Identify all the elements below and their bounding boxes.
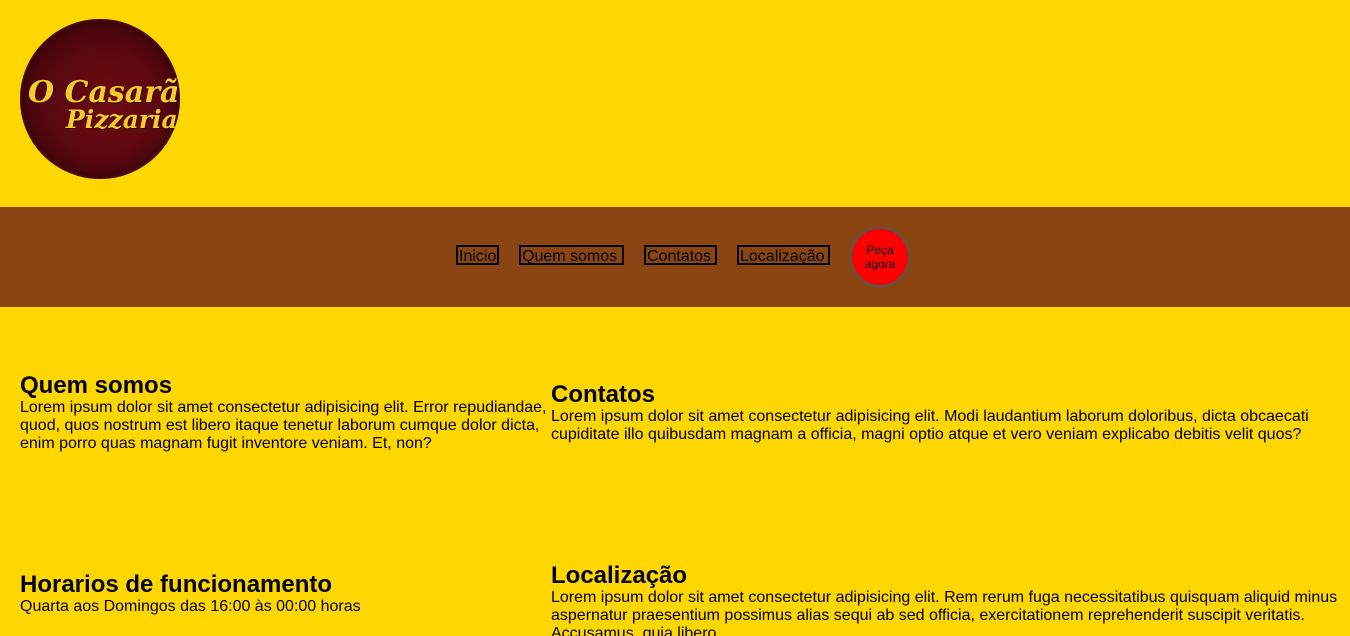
section-title-horarios: Horarios de funcionamento xyxy=(20,571,333,598)
section-horarios: Horarios de funcionamento Quarta aos Dom… xyxy=(20,572,550,616)
section-text-contatos: Lorem ipsum dolor sit amet consectetur a… xyxy=(551,408,1309,443)
section-quem-somos: Quem somos Lorem ipsum dolor sit amet co… xyxy=(20,373,550,453)
order-now-button[interactable]: Peça agora xyxy=(850,227,910,287)
section-localizacao: Localização Lorem ipsum dolor sit amet c… xyxy=(551,563,1341,636)
section-title-quem-somos: Quem somos xyxy=(20,372,173,399)
page: O Casarão Pizzaria Inicio Quem somos Con… xyxy=(0,0,1350,636)
logo-text-line2: Pizzaria xyxy=(66,105,178,134)
order-now-label: Peça agora xyxy=(864,243,896,271)
section-text-localizacao: Lorem ipsum dolor sit amet consectetur a… xyxy=(551,589,1338,636)
nav-link-quem-somos[interactable]: Quem somos xyxy=(519,245,624,265)
nav-link-localizacao[interactable]: Localização xyxy=(737,245,830,265)
section-contatos: Contatos Lorem ipsum dolor sit amet cons… xyxy=(551,382,1341,444)
nav-link-inicio[interactable]: Inicio xyxy=(456,245,499,265)
nav-link-contatos[interactable]: Contatos xyxy=(644,245,717,265)
section-text-horarios: Quarta aos Domingos das 16:00 às 00:00 h… xyxy=(20,598,361,615)
pizzeria-logo[interactable]: O Casarão Pizzaria xyxy=(20,19,180,179)
main-nav: Inicio Quem somos Contatos Localização P… xyxy=(0,207,1350,307)
section-text-quem-somos: Lorem ipsum dolor sit amet consectetur a… xyxy=(20,399,547,452)
section-title-localizacao: Localização xyxy=(551,562,688,589)
section-title-contatos: Contatos xyxy=(551,381,655,408)
header: O Casarão Pizzaria xyxy=(0,0,1350,207)
